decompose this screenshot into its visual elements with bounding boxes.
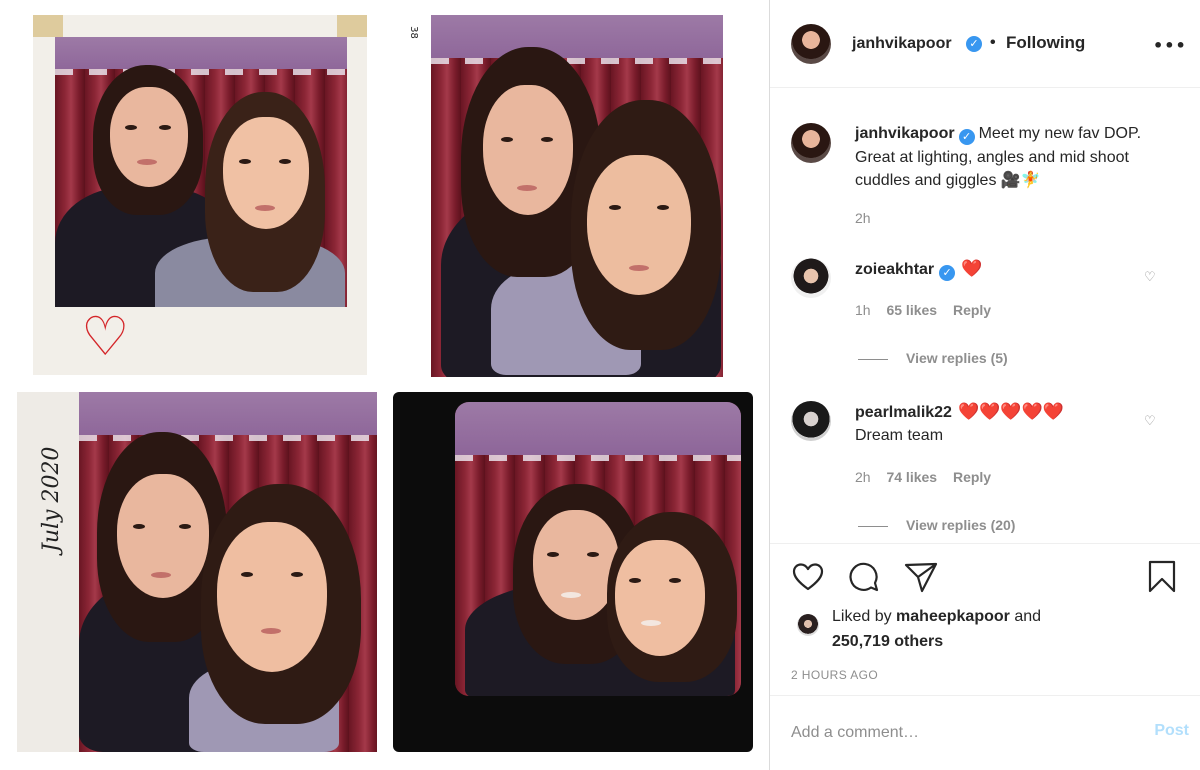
following-button[interactable]: Following	[1006, 33, 1085, 53]
add-comment-bar: Post	[770, 695, 1200, 770]
caption-author-avatar[interactable]	[791, 123, 831, 163]
bookmark-icon[interactable]	[1148, 560, 1176, 594]
comment-text: ❤️	[961, 259, 983, 279]
caption-username[interactable]: janhvikapoor	[855, 125, 955, 142]
like-heart-icon[interactable]	[792, 562, 824, 592]
film-photo-2: 38 18	[405, 15, 733, 377]
liked-by-text: Liked by maheepkapoor and 250,719 others	[832, 604, 1172, 654]
caption-timestamp: 2h	[855, 210, 871, 226]
photo-scene	[455, 402, 741, 696]
film-number-side: 18	[732, 272, 733, 285]
author-avatar[interactable]	[791, 24, 831, 64]
liker-avatar[interactable]	[797, 614, 819, 636]
comment-like-icon[interactable]: ♡	[1144, 414, 1156, 429]
photo-scene	[79, 392, 377, 752]
comment-time: 1h	[855, 302, 871, 318]
photo-scene	[431, 15, 723, 377]
comment-meta: 1h 65 likes Reply	[855, 302, 991, 318]
post-caption: janhvikapoor ✓ Meet my new fav DOP. Great …	[855, 122, 1155, 193]
replies-line	[858, 525, 888, 527]
post-image-collage[interactable]: ♡ 38 18 July 2020	[0, 0, 769, 770]
comment-like-icon[interactable]: ♡	[1144, 270, 1156, 285]
film-photo-4	[393, 392, 753, 752]
liked-by-prefix: Liked by	[832, 608, 892, 625]
comment-username[interactable]: pearlmalik22	[855, 404, 952, 421]
add-comment-input[interactable]	[791, 720, 1121, 746]
comment-time: 2h	[855, 469, 871, 485]
comment-likes[interactable]: 74 likes	[886, 469, 937, 485]
liked-by-username[interactable]: maheepkapoor	[896, 608, 1010, 625]
post-header: janhvikapoor ✓ • Following •••	[770, 0, 1200, 88]
comment-meta: 2h 74 likes Reply	[855, 469, 991, 485]
share-plane-icon[interactable]	[904, 561, 938, 593]
view-replies-label: View replies (5)	[906, 350, 1008, 366]
more-options-icon[interactable]: •••	[1153, 36, 1187, 55]
comment-1: zoieakhtar ✓ ❤️	[855, 258, 1145, 281]
replies-line	[858, 358, 888, 360]
liked-by-connector: and	[1014, 608, 1042, 625]
post-comment-button[interactable]: Post	[1154, 722, 1189, 740]
verified-badge-icon: ✓	[966, 36, 982, 52]
view-replies-button[interactable]: View replies (20)	[858, 517, 1015, 533]
photo-date-label: July 2020	[39, 446, 64, 552]
heart-doodle-icon: ♡	[81, 305, 130, 368]
view-replies-button[interactable]: View replies (5)	[858, 350, 1008, 366]
comment-subtext: Dream team	[855, 427, 944, 444]
post-side-panel: janhvikapoor ✓ • Following ••• janhvikap…	[769, 0, 1200, 770]
film-number-top: 38	[407, 26, 419, 39]
comment-username[interactable]: zoieakhtar	[855, 261, 934, 278]
tape-corner	[33, 15, 63, 37]
comment-avatar[interactable]	[791, 401, 831, 441]
comment-bubble-icon[interactable]	[848, 561, 880, 593]
comment-text: ❤️❤️❤️❤️❤️	[957, 402, 1064, 422]
view-replies-label: View replies (20)	[906, 517, 1016, 533]
tape-corner	[337, 15, 367, 37]
photo-scene	[55, 37, 347, 307]
author-username[interactable]: janhvikapoor	[852, 35, 952, 53]
liked-by-others[interactable]: 250,719 others	[832, 633, 943, 650]
polaroid-photo-1: ♡	[33, 15, 367, 375]
comment-reply-button[interactable]: Reply	[953, 302, 991, 318]
post-actions: Liked by maheepkapoor and 250,719 others…	[770, 543, 1200, 695]
comment-avatar[interactable]	[791, 258, 831, 298]
verified-badge-icon: ✓	[939, 265, 956, 281]
comment-2: pearlmalik22 ❤️❤️❤️❤️❤️ Dream team	[855, 401, 1145, 447]
polaroid-photo-3: July 2020	[17, 392, 377, 752]
verified-badge-icon: ✓	[958, 129, 975, 145]
post-time-ago[interactable]: 2 HOURS AGO	[791, 668, 878, 682]
separator-dot: •	[990, 34, 996, 51]
comment-reply-button[interactable]: Reply	[953, 469, 991, 485]
comment-likes[interactable]: 65 likes	[886, 302, 937, 318]
